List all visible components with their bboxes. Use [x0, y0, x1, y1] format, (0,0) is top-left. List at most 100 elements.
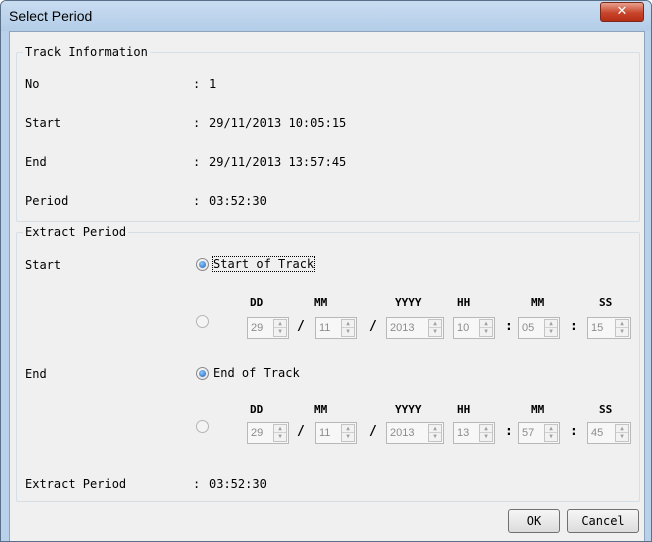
start-year-spinner[interactable]: 2013 ▲ ▼	[386, 317, 444, 339]
spin-up-icon[interactable]: ▲	[616, 320, 628, 328]
time-separator: :	[570, 424, 578, 439]
end-min-header: MM	[531, 403, 545, 416]
date-separator: /	[297, 319, 305, 334]
start-of-track-radio[interactable]	[196, 258, 209, 271]
start-value: 29/11/2013 10:05:15	[209, 116, 347, 130]
period-value: 03:52:30	[209, 194, 267, 208]
spin-up-icon[interactable]: ▲	[429, 320, 441, 328]
spin-down-icon[interactable]: ▼	[616, 433, 628, 441]
cancel-button[interactable]: Cancel	[567, 509, 639, 533]
end-month-value: 11	[319, 427, 331, 439]
start-month-spinner[interactable]: 11 ▲ ▼	[315, 317, 357, 339]
spin-down-icon[interactable]: ▼	[274, 328, 286, 336]
end-minute-arrows: ▲ ▼	[544, 424, 558, 442]
spin-down-icon[interactable]: ▼	[616, 328, 628, 336]
start-year-arrows: ▲ ▼	[428, 319, 442, 337]
spin-down-icon[interactable]: ▼	[480, 328, 492, 336]
start-minute-value: 05	[522, 322, 535, 334]
end-yyyy-header: YYYY	[395, 403, 422, 416]
end-ss-header: SS	[599, 403, 613, 416]
spin-up-icon[interactable]: ▲	[274, 320, 286, 328]
start-month-arrows: ▲ ▼	[341, 319, 355, 337]
extract-period-legend: Extract Period	[23, 225, 129, 239]
window-title: Select Period	[9, 8, 93, 24]
spin-up-icon[interactable]: ▲	[545, 320, 557, 328]
end-second-spinner[interactable]: 45 ▲ ▼	[587, 422, 631, 444]
spin-up-icon[interactable]: ▲	[342, 320, 354, 328]
time-separator: :	[505, 424, 513, 439]
end-year-arrows: ▲ ▼	[428, 424, 442, 442]
spin-up-icon[interactable]: ▲	[429, 425, 441, 433]
extract-end-label: End	[25, 367, 47, 381]
end-day-arrows: ▲ ▼	[273, 424, 287, 442]
end-custom-radio[interactable]	[196, 420, 209, 433]
spin-down-icon[interactable]: ▼	[429, 328, 441, 336]
ok-button[interactable]: OK	[508, 509, 560, 533]
end-second-value: 45	[591, 427, 604, 439]
start-custom-radio[interactable]	[196, 315, 209, 328]
end-minute-spinner[interactable]: 57 ▲ ▼	[518, 422, 560, 444]
end-year-value: 2013	[390, 427, 415, 439]
start-ss-header: SS	[599, 296, 613, 309]
end-hour-spinner[interactable]: 13 ▲ ▼	[453, 422, 495, 444]
start-day-arrows: ▲ ▼	[273, 319, 287, 337]
end-day-value: 29	[251, 427, 264, 439]
end-year-spinner[interactable]: 2013 ▲ ▼	[386, 422, 444, 444]
spin-up-icon[interactable]: ▲	[616, 425, 628, 433]
date-separator: /	[297, 424, 305, 439]
date-separator: /	[369, 424, 377, 439]
start-second-arrows: ▲ ▼	[615, 319, 629, 337]
end-of-track-radio[interactable]	[196, 367, 209, 380]
start-minute-spinner[interactable]: 05 ▲ ▼	[518, 317, 560, 339]
start-second-spinner[interactable]: 15 ▲ ▼	[587, 317, 631, 339]
spin-down-icon[interactable]: ▼	[342, 433, 354, 441]
end-hh-header: HH	[457, 403, 471, 416]
extract-period-label: Extract Period	[25, 477, 127, 491]
spin-down-icon[interactable]: ▼	[545, 433, 557, 441]
track-information-group: Track Information No : 1 Start : 29/11/2…	[16, 45, 640, 222]
extract-period-value: 03:52:30	[209, 477, 267, 491]
spin-up-icon[interactable]: ▲	[342, 425, 354, 433]
end-mm-header: MM	[314, 403, 328, 416]
start-colon: :	[193, 116, 201, 130]
spin-up-icon[interactable]: ▲	[480, 425, 492, 433]
spin-down-icon[interactable]: ▼	[480, 433, 492, 441]
spin-down-icon[interactable]: ▼	[342, 328, 354, 336]
end-minute-value: 57	[522, 427, 535, 439]
end-of-track-label[interactable]: End of Track	[213, 366, 300, 380]
end-month-spinner[interactable]: 11 ▲ ▼	[315, 422, 357, 444]
start-year-value: 2013	[390, 322, 415, 334]
no-label: No	[25, 77, 40, 91]
start-month-value: 11	[319, 322, 331, 334]
title-bar[interactable]: Select Period ✕	[1, 1, 651, 31]
start-mm-header: MM	[314, 296, 328, 309]
spin-up-icon[interactable]: ▲	[545, 425, 557, 433]
extract-period-group: Extract Period Start Start of Track DD M…	[16, 225, 640, 502]
no-value: 1	[209, 77, 217, 91]
spin-up-icon[interactable]: ▲	[480, 320, 492, 328]
time-separator: :	[505, 319, 513, 334]
start-second-value: 15	[591, 322, 604, 334]
start-minute-arrows: ▲ ▼	[544, 319, 558, 337]
start-label: Start	[25, 116, 62, 130]
end-label: End	[25, 155, 47, 169]
spin-down-icon[interactable]: ▼	[274, 433, 286, 441]
start-hour-spinner[interactable]: 10 ▲ ▼	[453, 317, 495, 339]
end-value: 29/11/2013 13:57:45	[209, 155, 347, 169]
period-label: Period	[25, 194, 69, 208]
no-colon: :	[193, 77, 201, 91]
period-colon: :	[193, 194, 201, 208]
end-month-arrows: ▲ ▼	[341, 424, 355, 442]
start-day-spinner[interactable]: 29 ▲ ▼	[247, 317, 289, 339]
spin-down-icon[interactable]: ▼	[545, 328, 557, 336]
spin-down-icon[interactable]: ▼	[429, 433, 441, 441]
start-dd-header: DD	[250, 296, 264, 309]
extract-start-label: Start	[25, 258, 62, 272]
start-day-value: 29	[251, 322, 264, 334]
end-second-arrows: ▲ ▼	[615, 424, 629, 442]
end-day-spinner[interactable]: 29 ▲ ▼	[247, 422, 289, 444]
start-of-track-label[interactable]: Start of Track	[211, 256, 316, 272]
start-hour-value: 10	[457, 322, 470, 334]
close-button[interactable]: ✕	[600, 2, 644, 22]
spin-up-icon[interactable]: ▲	[274, 425, 286, 433]
